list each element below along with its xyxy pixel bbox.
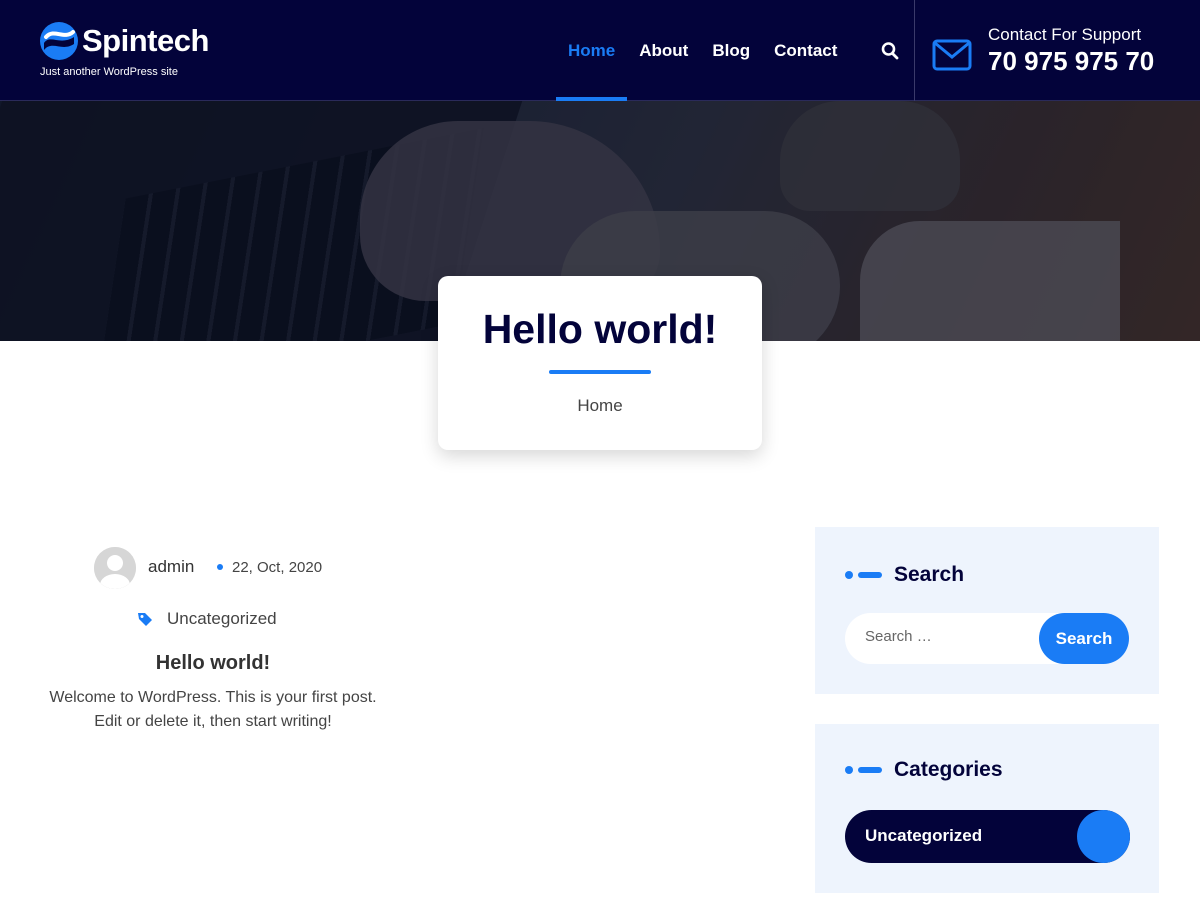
search-widget: Search Search (815, 527, 1159, 694)
site-logo[interactable]: Spintech (40, 22, 209, 60)
search-icon[interactable] (880, 40, 900, 62)
heading-bar (858, 767, 882, 773)
breadcrumb[interactable]: Home (438, 396, 762, 416)
post-author[interactable]: admin (148, 557, 194, 577)
main-nav: Home About Blog Contact (556, 0, 849, 101)
category-dot-icon (1077, 810, 1130, 863)
meta-separator-dot (217, 564, 223, 570)
nav-home[interactable]: Home (556, 0, 628, 101)
category-item-uncategorized[interactable]: Uncategorized (845, 810, 1130, 863)
support-label: Contact For Support (988, 25, 1142, 44)
category-label: Uncategorized (865, 826, 983, 845)
site-tagline: Just another WordPress site (40, 66, 178, 78)
nav-about[interactable]: About (627, 0, 700, 101)
search-button[interactable]: Search (1039, 613, 1129, 664)
page-title-card: Hello world! Home (438, 276, 762, 450)
site-name: Spintech (82, 23, 209, 58)
categories-widget-header: Categories (845, 758, 1003, 782)
logo-icon (40, 22, 78, 60)
mail-icon (932, 39, 972, 71)
site-header: Spintech Just another WordPress site Hom… (0, 0, 1200, 101)
post-title[interactable]: Hello world! (40, 652, 386, 675)
page-title: Hello world! (482, 306, 718, 352)
user-icon (94, 547, 136, 589)
heading-bar (858, 572, 882, 578)
search-widget-title: Search (894, 563, 965, 586)
post-date[interactable]: 22, Oct, 2020 (232, 559, 322, 576)
nav-contact[interactable]: Contact (762, 0, 849, 101)
header-divider (914, 0, 915, 101)
search-input[interactable] (865, 628, 1025, 645)
post-excerpt: Welcome to WordPress. This is your first… (49, 689, 377, 730)
search-form: Search (845, 613, 1129, 664)
post-category[interactable]: Uncategorized (167, 609, 277, 629)
search-widget-header: Search (845, 563, 964, 587)
tag-icon (138, 613, 152, 626)
title-underline (549, 370, 651, 374)
heading-dot (845, 571, 853, 579)
avatar[interactable] (94, 547, 136, 589)
heading-dot (845, 766, 853, 774)
support-phone[interactable]: 70 975 975 70 (988, 46, 1154, 77)
nav-blog[interactable]: Blog (700, 0, 762, 101)
categories-widget-title: Categories (894, 758, 1003, 781)
categories-widget: Categories Uncategorized (815, 724, 1159, 893)
